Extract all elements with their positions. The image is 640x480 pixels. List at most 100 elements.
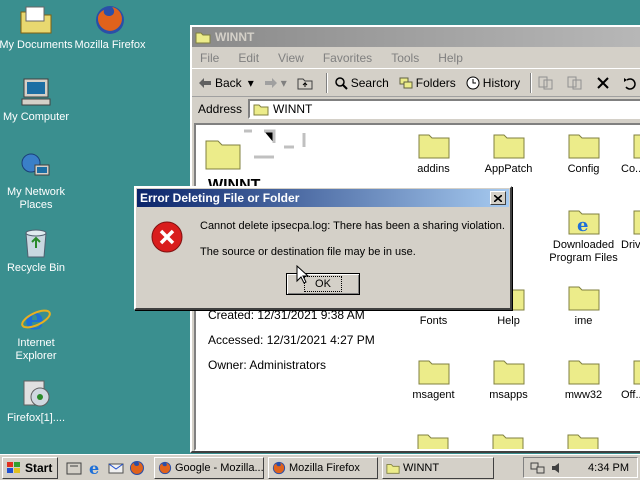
folder-icon xyxy=(568,360,599,385)
folder-icon xyxy=(633,134,640,159)
undo-button[interactable] xyxy=(623,76,640,90)
folder-item[interactable]: addins xyxy=(396,131,471,176)
folder-item[interactable]: Co... xyxy=(621,131,640,176)
chevron-down-icon[interactable]: ▾ xyxy=(281,76,287,90)
forward-button[interactable]: ▾ xyxy=(264,76,287,90)
outlook-express-icon[interactable] xyxy=(108,460,124,476)
explorer-titlebar[interactable]: WINNT xyxy=(192,27,640,47)
network-tray-icon[interactable] xyxy=(530,461,546,475)
svg-text:e: e xyxy=(89,460,99,476)
toolbar: Back ▾ ▾ Search Folders History xyxy=(192,69,640,97)
taskbar-task-google-firefox[interactable]: Google - Mozilla... xyxy=(154,456,264,479)
folder-documents-icon xyxy=(20,6,52,34)
dialog-message-1: Cannot delete ipsecpa.log: There has bee… xyxy=(200,220,505,232)
clock[interactable]: 4:34 PM xyxy=(588,462,629,474)
folder-item[interactable]: Config xyxy=(546,131,621,176)
desktop-icon-my-network-places[interactable]: My Network Places xyxy=(0,151,76,212)
folder-icon xyxy=(418,134,449,159)
mouse-cursor-icon xyxy=(296,265,310,284)
address-bar: Address WINNT xyxy=(192,97,640,121)
menu-favorites[interactable]: Favorites xyxy=(323,51,372,65)
menu-help[interactable]: Help xyxy=(438,51,463,65)
folder-item[interactable]: e Downloaded Program Files xyxy=(546,207,621,265)
desktop-icon-mozilla-firefox[interactable]: Mozilla Firefox xyxy=(70,4,150,52)
folder-item[interactable]: AppPatch xyxy=(471,131,546,176)
taskbar-task-mozilla-firefox[interactable]: Mozilla Firefox xyxy=(268,456,378,479)
delete-x-icon xyxy=(597,76,609,89)
folder-icon xyxy=(568,286,599,311)
firefox-icon xyxy=(272,461,286,474)
volume-icon[interactable] xyxy=(550,461,564,475)
large-folder-icon xyxy=(205,129,306,170)
show-desktop-icon[interactable] xyxy=(66,460,82,476)
quick-launch: e xyxy=(66,460,150,476)
menu-bar: File Edit View Favorites Tools Help xyxy=(192,47,640,69)
start-button[interactable]: Start xyxy=(2,456,58,479)
delete-button[interactable] xyxy=(596,76,613,90)
folder-icon xyxy=(633,360,640,385)
history-button[interactable]: History xyxy=(466,76,520,90)
explorer-title: WINNT xyxy=(215,30,255,44)
up-folder-icon xyxy=(297,78,313,89)
folder-item[interactable]: msapps xyxy=(471,357,546,402)
recycle-bin-icon xyxy=(25,229,47,258)
dialog-message-2: The source or destination file may be in… xyxy=(200,246,416,258)
menu-view[interactable]: View xyxy=(278,51,304,65)
folder-item[interactable]: Driv... xyxy=(621,207,640,252)
menu-edit[interactable]: Edit xyxy=(238,51,259,65)
undo-icon xyxy=(624,77,636,90)
folder-icon xyxy=(195,32,211,44)
search-button[interactable]: Search xyxy=(334,76,389,90)
taskbar-task-winnt[interactable]: WINNT xyxy=(382,456,494,479)
toolbar-separator xyxy=(530,72,533,93)
folders-button[interactable]: Folders xyxy=(399,76,456,90)
dialog-title: Error Deleting File or Folder xyxy=(140,191,300,205)
folder-icon xyxy=(418,360,449,385)
system-tray: 4:34 PM xyxy=(523,457,638,478)
dialog-titlebar[interactable]: Error Deleting File or Folder xyxy=(137,189,509,207)
ie-icon: e xyxy=(21,302,51,334)
firefox-icon[interactable] xyxy=(129,460,145,476)
created-date: Created: 12/31/2021 9:38 AM xyxy=(208,308,365,322)
address-value: WINNT xyxy=(273,102,313,116)
taskbar: Start e Google - Mozilla... Mozilla Fire… xyxy=(0,454,640,480)
installer-icon xyxy=(23,380,50,407)
ie-icon[interactable]: e xyxy=(87,460,103,476)
copy-to-button[interactable] xyxy=(567,76,586,90)
folder-item[interactable]: msagent xyxy=(396,357,471,402)
chevron-down-icon[interactable]: ▾ xyxy=(248,76,254,90)
back-arrow-icon xyxy=(199,77,211,88)
move-to-icon xyxy=(538,76,553,89)
desktop-icon-internet-explorer[interactable]: e Internet Explorer xyxy=(0,302,76,363)
firefox-icon xyxy=(96,6,124,34)
dialog-close-button[interactable] xyxy=(490,191,506,205)
folder-item[interactable]: mww32 xyxy=(546,357,621,402)
address-label: Address xyxy=(198,102,243,116)
menu-file[interactable]: File xyxy=(200,51,219,65)
desktop-icon-my-documents[interactable]: My Documents xyxy=(0,4,76,52)
back-button[interactable]: Back ▾ xyxy=(198,76,254,90)
folder-icon xyxy=(633,210,640,235)
folder-icon xyxy=(386,463,400,474)
folder-item[interactable]: Off... xyxy=(621,357,640,402)
move-to-button[interactable] xyxy=(538,76,557,90)
search-icon xyxy=(335,76,348,90)
folder-icon xyxy=(493,134,524,159)
network-places-icon xyxy=(21,153,50,176)
history-icon xyxy=(466,76,480,89)
desktop-icon-recycle-bin[interactable]: Recycle Bin xyxy=(0,227,76,275)
svg-text:e: e xyxy=(577,215,588,235)
folder-item[interactable]: ime xyxy=(546,283,621,328)
desktop-icon-my-computer[interactable]: My Computer xyxy=(0,76,76,124)
toolbar-separator xyxy=(325,72,328,93)
address-input[interactable]: WINNT xyxy=(248,99,640,119)
error-icon xyxy=(151,221,183,253)
folder-icon xyxy=(568,134,599,159)
error-dialog[interactable]: Error Deleting File or Folder Cannot del… xyxy=(134,186,512,310)
folder-icon xyxy=(567,434,599,449)
computer-icon xyxy=(21,78,51,106)
up-folder-button[interactable] xyxy=(297,76,316,90)
desktop-icon-firefox-installer[interactable]: Firefox[1].... xyxy=(0,377,76,425)
menu-tools[interactable]: Tools xyxy=(391,51,419,65)
folder-icon xyxy=(492,434,524,449)
